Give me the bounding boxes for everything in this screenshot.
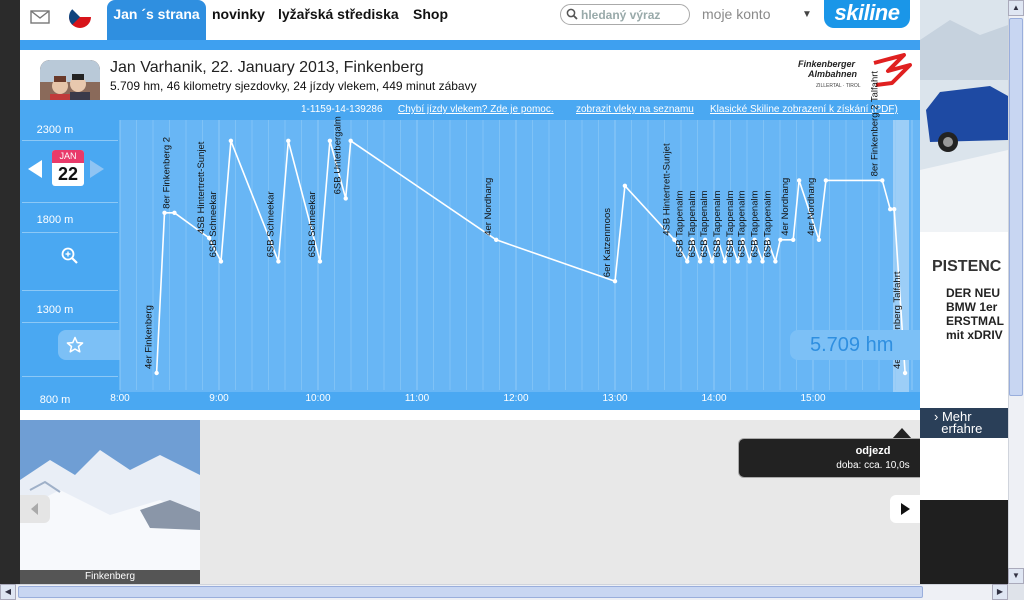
lift-label: 6SB Tappenalm [725,190,736,257]
scrollbar-corner [1008,584,1024,600]
data-point [622,183,628,188]
lift-label: 6SB Tappenalm [737,190,748,257]
lift-label: 6SB Tappenalm [762,190,773,257]
lift-label: 6SB Schneekar [307,191,318,257]
lift-label: 8er Finkenberg 2 [162,137,173,209]
data-point [697,259,703,264]
data-point [773,259,778,264]
data-point [880,178,885,183]
chevron-left-icon [31,503,38,515]
scroll-right-button[interactable]: ▶ [992,584,1008,600]
scroll-up-button[interactable]: ▲ [1008,0,1024,16]
horizontal-scroll-thumb[interactable] [18,586,923,598]
data-point [276,259,281,264]
data-point [348,138,353,143]
lift-label: 6SB Tappenalm [750,190,761,257]
gallery-prev-button[interactable] [20,495,50,523]
x-tick-label: 14:00 [701,393,726,404]
x-tick-label: 8:00 [110,393,130,404]
lift-label: 6er Katzenmoos [602,208,613,277]
x-tick-label: 10:00 [305,393,330,404]
total-descent-badge: 5.709 hm [790,330,920,360]
data-point [747,259,752,264]
x-tick-label: 11:00 [405,393,430,404]
lift-label: 4SB Hintertrett-Sunjet [196,141,207,234]
lift-label: 4er Finkenberg [144,305,155,369]
photo-caption: Finkenberg [20,570,200,584]
data-point [891,207,897,212]
lift-label: 6SB Tappenalm [674,190,685,257]
vertical-scroll-thumb[interactable] [1009,18,1023,396]
lift-label: 6SB Schneekar [265,191,276,257]
lift-label: 4SB Hintertrett-Sunjet [661,143,672,236]
gallery-play-button[interactable] [890,495,920,523]
scroll-down-button[interactable]: ▼ [1008,568,1024,584]
ad-title: PISTENC [932,258,1002,275]
data-point [685,259,690,264]
lift-label: 6SB Schneekar [208,191,219,257]
data-point [735,259,740,264]
lift-label: 4er Nordhang [483,178,494,236]
ad-more-label: › Mehr erfahre [934,409,983,436]
x-tick-label: 13:00 [602,393,627,404]
gallery-header [20,410,920,420]
ad-more-button[interactable]: › Mehr erfahre [920,408,1008,438]
data-point [823,178,829,183]
data-point [154,370,159,376]
x-tick-label: 9:00 [209,393,229,404]
data-point [791,237,796,242]
data-point [327,138,333,143]
data-point [162,210,167,215]
lift-label: 6SB Tappenalm [712,190,723,257]
lift-label: 4er Nordhang [780,178,791,236]
ad-image [920,0,1008,232]
data-point [317,259,323,264]
scroll-left-button[interactable]: ◀ [0,584,16,600]
ad-text: DER NEU BMW 1er ERSTMAL mit xDRIV [946,286,1004,342]
lift-label: 4er Nordhang [806,178,817,236]
data-point [612,279,618,284]
data-point [816,237,822,242]
data-point [494,237,499,242]
data-point [343,196,348,201]
data-point [228,138,234,143]
data-point [778,237,783,242]
data-point [760,259,765,264]
data-point [902,370,908,376]
data-point [888,207,893,212]
data-point [286,138,291,143]
skiline-page: Jan ´s strana novinky lyžařská střediska… [0,0,1024,600]
lift-label: 6SB Tappenalm [687,190,698,257]
data-point [722,259,728,264]
data-point [218,259,224,264]
data-point [709,259,715,264]
lift-label: 6SB Unterbergalm [333,116,344,194]
x-tick-label: 12:00 [503,393,528,404]
lift-label: 8er Finkenberg 2 Talfahrt [869,71,880,177]
x-tick-label: 15:00 [800,393,825,404]
play-icon [901,503,910,515]
data-point [172,210,177,215]
lift-label: 6SB Tappenalm [699,190,710,257]
data-point [796,178,802,183]
